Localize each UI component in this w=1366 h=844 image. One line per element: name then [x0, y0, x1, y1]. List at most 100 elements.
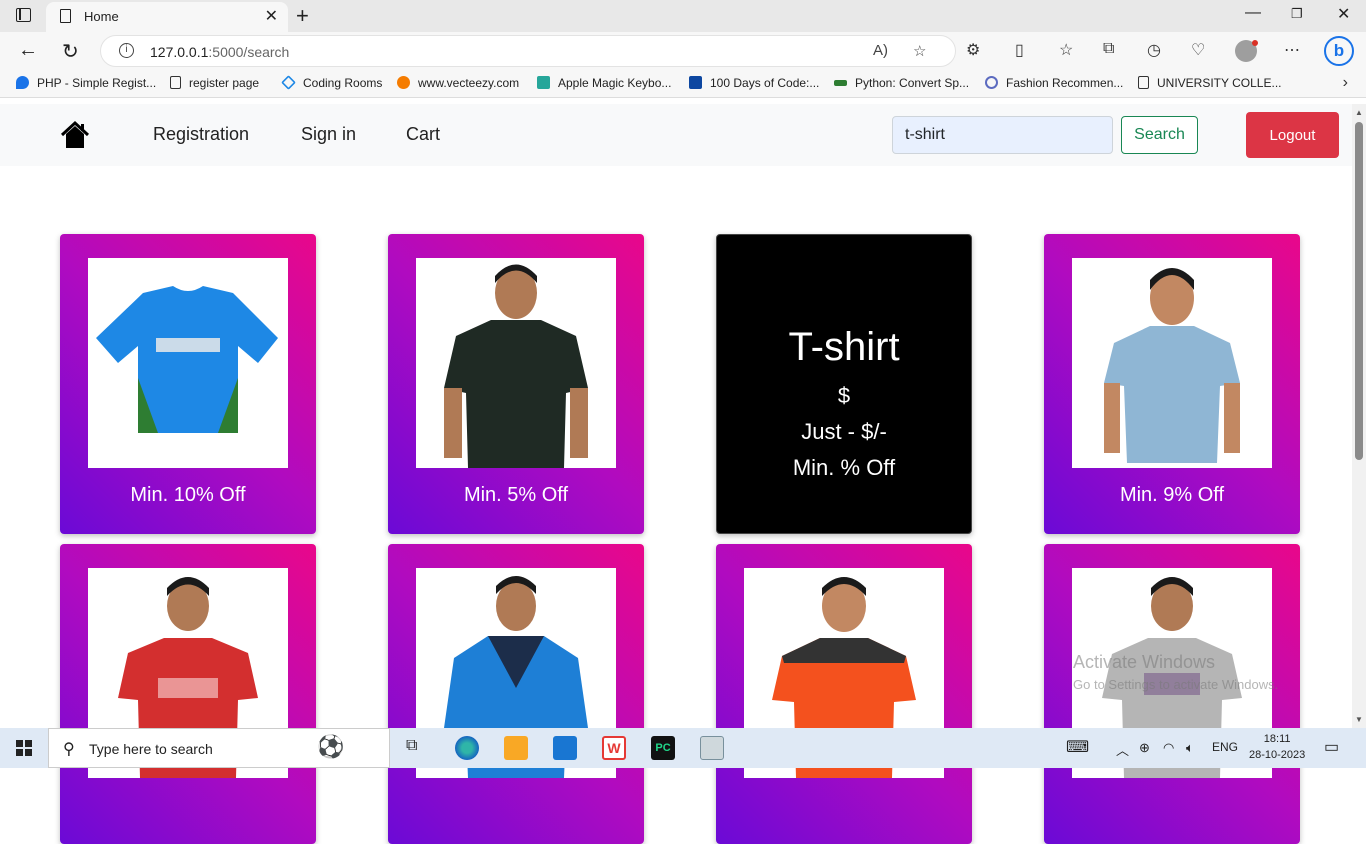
bookmark-item[interactable]: www.vecteezy.com	[397, 76, 519, 90]
history-icon[interactable]: ◷	[1147, 40, 1161, 60]
product-card[interactable]	[716, 544, 972, 844]
restore-icon[interactable]: ❐	[1291, 6, 1303, 22]
discount-caption: Min. 5% Off	[463, 484, 569, 506]
close-window-icon[interactable]: ✕	[1337, 4, 1350, 24]
soccer-ball-icon: ⚽	[317, 734, 345, 759]
favorites-icon[interactable]: ☆	[1059, 40, 1073, 60]
windows-taskbar: ⚲ Type here to search ⚽ ⧉ W PC ⌨ ︿ ⊕ ◠ 🔈…	[0, 728, 1366, 768]
scroll-up-icon[interactable]: ▲	[1355, 108, 1363, 117]
discount-caption: Min. 10% Off	[130, 484, 246, 506]
image-viewer-icon[interactable]	[700, 736, 724, 760]
search-input[interactable]	[892, 116, 1113, 154]
product-image	[88, 258, 288, 468]
address-bar: ← ↻ i 127.0.0.1:5000/search A) ☆ ⚙ ▯ ☆ ⧉…	[0, 32, 1366, 70]
extensions-icon[interactable]: ⚙	[966, 40, 980, 60]
clock-date: 28-10-2023	[1249, 749, 1306, 761]
scroll-down-icon[interactable]: ▼	[1355, 715, 1363, 724]
bookmark-item[interactable]: 100 Days of Code:...	[689, 76, 819, 90]
nav-signin-link[interactable]: Sign in	[301, 124, 356, 145]
edge-browser-icon[interactable]	[455, 736, 479, 760]
browser-tab-bar: Home ✕ + — ❐ ✕	[0, 0, 1366, 32]
taskbar-search-placeholder: Type here to search	[89, 741, 213, 757]
product-card[interactable]: Min. 9% Off	[1044, 234, 1300, 534]
discount-caption: Min. 9% Off	[1119, 484, 1225, 506]
page-icon	[60, 9, 71, 23]
page-scrollbar[interactable]: ▲ ▼	[1352, 104, 1366, 728]
logout-button[interactable]: Logout	[1246, 112, 1339, 158]
bing-copilot-icon[interactable]: b	[1324, 36, 1354, 66]
bookmark-item[interactable]: Fashion Recommen...	[985, 76, 1123, 90]
product-image	[416, 258, 616, 468]
product-just-price: Just - $/-	[801, 419, 887, 444]
nav-registration-link[interactable]: Registration	[153, 124, 249, 145]
tab-title: Home	[84, 9, 119, 24]
scroll-thumb[interactable]	[1355, 122, 1363, 460]
product-offer: Min. % Off	[792, 455, 896, 480]
search-icon: ⚲	[63, 741, 75, 758]
site-navbar: Registration Sign in Cart Search Logout	[0, 104, 1352, 166]
performance-icon[interactable]: ♡	[1191, 40, 1205, 60]
bookmark-item[interactable]: Python: Convert Sp...	[834, 76, 969, 90]
bookmark-favicon-icon	[985, 76, 998, 89]
windows-start-icon[interactable]	[16, 740, 32, 756]
home-icon[interactable]	[60, 120, 90, 150]
bookmark-favicon-icon	[834, 80, 847, 86]
bookmarks-bar: PHP - Simple Regist... register page Cod…	[0, 70, 1366, 98]
taskbar-clock[interactable]: 18:11 28-10-2023	[1249, 731, 1305, 763]
browser-tab[interactable]: Home ✕	[46, 2, 288, 32]
bookmark-favicon-icon	[689, 76, 702, 89]
notification-dot	[1252, 40, 1258, 46]
collections-icon[interactable]: ⧉	[1103, 40, 1114, 58]
product-card[interactable]: Min. 5% Off	[388, 234, 644, 534]
minimize-icon[interactable]: —	[1245, 4, 1261, 22]
file-explorer-icon[interactable]	[504, 736, 528, 760]
clock-time: 18:11	[1263, 733, 1291, 745]
more-menu-icon[interactable]: ⋯	[1284, 40, 1300, 60]
bookmark-favicon-icon	[281, 75, 296, 90]
product-card[interactable]	[60, 544, 316, 844]
mail-icon[interactable]	[553, 736, 577, 760]
read-aloud-icon[interactable]: A)	[873, 42, 888, 59]
bookmark-item[interactable]: Apple Magic Keybo...	[537, 76, 671, 90]
tab-actions-icon[interactable]	[16, 8, 31, 22]
product-card[interactable]	[388, 544, 644, 844]
bookmark-favicon-icon	[537, 76, 550, 89]
language-indicator[interactable]: ENG	[1212, 740, 1238, 754]
close-tab-icon[interactable]: ✕	[265, 6, 278, 26]
notifications-icon[interactable]: ▭	[1324, 737, 1339, 757]
product-price: $	[837, 383, 851, 408]
favorite-star-icon[interactable]: ☆	[913, 42, 926, 60]
page-icon	[1138, 76, 1149, 89]
new-tab-icon[interactable]: +	[296, 3, 309, 29]
bookmark-favicon-icon	[16, 76, 29, 89]
back-icon[interactable]: ←	[18, 39, 38, 62]
info-icon[interactable]: i	[119, 43, 134, 58]
url-text: 127.0.0.1:5000/search	[150, 44, 290, 60]
chevron-right-icon[interactable]: ›	[1343, 74, 1348, 92]
bookmark-item[interactable]: PHP - Simple Regist...	[16, 76, 156, 90]
chevron-up-icon[interactable]: ︿	[1116, 740, 1129, 759]
activate-windows-watermark: Activate Windows Go to Settings to activ…	[1073, 652, 1279, 692]
product-detail-card[interactable]: T-shirt $ Just - $/- Min. % Off	[716, 234, 972, 534]
refresh-icon[interactable]: ↻	[62, 39, 79, 64]
url-field[interactable]: i 127.0.0.1:5000/search A) ☆	[100, 35, 956, 67]
volume-icon[interactable]: 🔈︎	[1186, 740, 1194, 756]
task-view-icon[interactable]: ⧉	[406, 737, 417, 755]
wps-office-icon[interactable]: W	[602, 736, 626, 760]
keyboard-icon[interactable]: ⌨	[1066, 737, 1089, 757]
split-screen-icon[interactable]: ▯	[1015, 40, 1024, 60]
product-card[interactable]	[1044, 544, 1300, 844]
product-card[interactable]: Min. 10% Off	[60, 234, 316, 534]
bookmark-favicon-icon	[397, 76, 410, 89]
bookmark-item[interactable]: UNIVERSITY COLLE...	[1138, 76, 1281, 90]
product-title: T-shirt	[788, 325, 900, 369]
taskbar-search-box[interactable]: ⚲ Type here to search ⚽	[48, 728, 390, 768]
bookmark-item[interactable]: register page	[170, 76, 259, 90]
nav-cart-link[interactable]: Cart	[406, 124, 440, 145]
wifi-icon[interactable]: ◠	[1163, 740, 1174, 756]
network-icon[interactable]: ⊕	[1139, 740, 1150, 756]
pycharm-icon[interactable]: PC	[651, 736, 675, 760]
product-image	[1072, 258, 1272, 468]
bookmark-item[interactable]: Coding Rooms	[281, 75, 382, 90]
search-button[interactable]: Search	[1121, 116, 1198, 154]
